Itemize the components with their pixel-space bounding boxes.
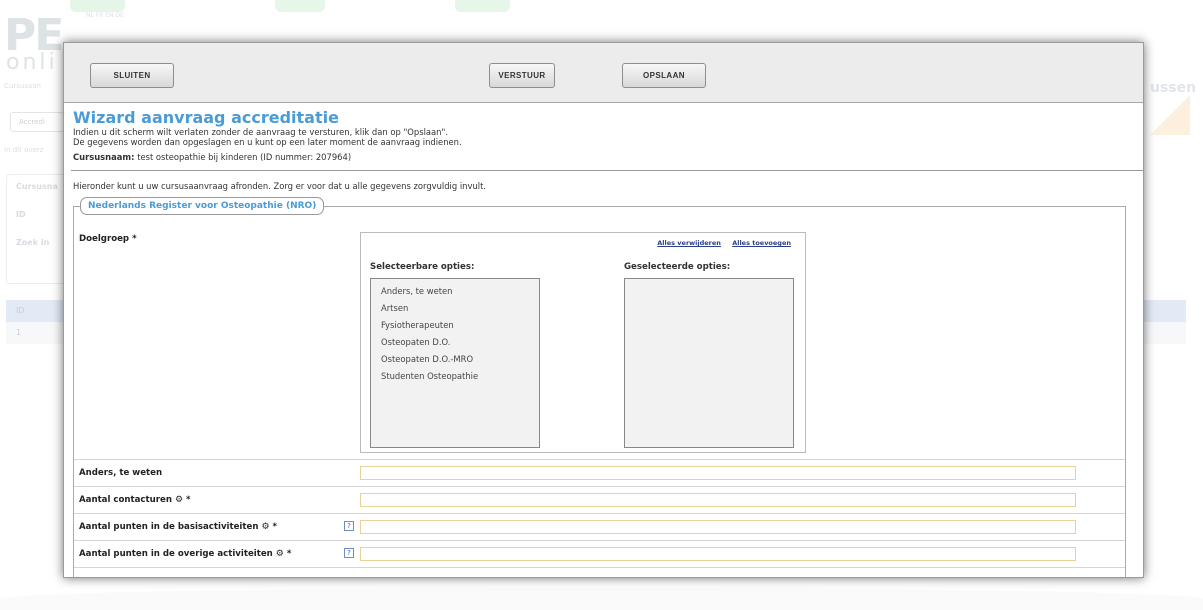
background-right-text: ussen	[1150, 80, 1197, 96]
course-name: Cursusnaam: test osteopathie bij kindere…	[73, 152, 1136, 162]
target-group-row: Doelgroep * Alles verwijderen Alles toev…	[74, 207, 1125, 460]
target-group-label: Doelgroep *	[79, 234, 137, 244]
field-label: Aantal punten in de overige activiteiten…	[79, 549, 291, 559]
close-button[interactable]: Sluiten	[90, 63, 174, 88]
required-marker: *	[269, 522, 278, 532]
form-row-contact-hours: Aantal contacturen ⚙ *	[74, 487, 1125, 514]
divider	[71, 170, 1143, 171]
option-item[interactable]: Artsen	[371, 300, 539, 317]
intro-text-line1: Indien u dit scherm wilt verlaten zonder…	[73, 127, 448, 137]
multiselect-actions: Alles verwijderen Alles toevoegen	[648, 239, 791, 247]
dialog-content: Wizard aanvraag accreditatie Indien u di…	[64, 103, 1143, 577]
required-marker: *	[183, 495, 191, 505]
option-item[interactable]: Anders, te weten	[371, 283, 539, 300]
field-label: Aantal contacturen ⚙ *	[79, 495, 191, 505]
gear-icon: ⚙	[275, 549, 284, 559]
field-label-text: Aantal punten in de overige activiteiten	[79, 549, 273, 559]
gear-icon: ⚙	[261, 522, 270, 532]
contact-hours-input[interactable]	[360, 493, 1076, 507]
nro-section: Nederlands Register voor Osteopathie (NR…	[73, 197, 1126, 577]
form-row-other-points: Aantal punten in de overige activiteiten…	[74, 541, 1125, 568]
intro-text-line2: De gegevens worden dan opgeslagen en u k…	[73, 137, 462, 147]
selected-options-heading: Geselecteerde opties:	[624, 262, 731, 272]
header-tab	[275, 0, 325, 12]
remove-all-link[interactable]: Alles verwijderen	[657, 239, 721, 247]
add-all-link[interactable]: Alles toevoegen	[732, 239, 791, 247]
field-label: Aantal punten in de basisactiviteiten ⚙ …	[79, 522, 277, 532]
background-label: ID	[16, 210, 26, 219]
accreditation-wizard-dialog: Sluiten Verstuur Opslaan Wizard aanvraag…	[63, 42, 1144, 578]
form-row-basic-points: Aantal punten in de basisactiviteiten ⚙ …	[74, 514, 1125, 541]
selectable-options-list[interactable]: Anders, te weten Artsen Fysiotherapeuten…	[370, 278, 540, 448]
background-decoration	[1150, 95, 1190, 135]
background-subtitle: Cursusaan	[4, 82, 41, 90]
option-item[interactable]: Osteopaten D.O.	[371, 334, 539, 351]
background-label: Zoek in	[16, 238, 50, 247]
course-name-label: Cursusnaam:	[73, 152, 135, 162]
field-label-text: Anders, te weten	[79, 468, 163, 478]
option-item[interactable]: Osteopaten D.O.-MRO	[371, 351, 539, 368]
help-icon[interactable]: ?	[344, 548, 354, 558]
dialog-toolbar: Sluiten Verstuur Opslaan	[64, 43, 1143, 103]
page-title: Wizard aanvraag accreditatie	[73, 108, 339, 127]
anders-input[interactable]	[360, 466, 1076, 480]
background-table-header-id: ID	[16, 306, 25, 315]
help-icon[interactable]: ?	[344, 521, 354, 531]
target-group-multiselect: Alles verwijderen Alles toevoegen Select…	[360, 232, 806, 453]
language-selector: NL FR EN DE	[86, 12, 124, 19]
form-row-anders: Anders, te weten	[74, 460, 1125, 487]
field-label: Anders, te weten	[79, 468, 162, 478]
instruction-text: Hieronder kunt u uw cursusaanvraag afron…	[73, 181, 487, 191]
required-marker: *	[283, 549, 292, 559]
send-button[interactable]: Verstuur	[489, 63, 555, 88]
field-label-text: Aantal contacturen	[79, 495, 172, 505]
other-points-input[interactable]	[360, 547, 1076, 561]
selected-options-list[interactable]	[624, 278, 794, 448]
header-tab	[455, 0, 510, 12]
gear-icon: ⚙	[174, 495, 184, 505]
logo-subtext: onli	[6, 50, 58, 75]
basic-points-input[interactable]	[360, 520, 1076, 534]
option-item[interactable]: Fysiotherapeuten	[371, 317, 539, 334]
option-item[interactable]: Studenten Osteopathie	[371, 368, 539, 385]
header-tab	[70, 0, 125, 12]
background-overview-text: In dit overz	[4, 146, 44, 154]
background-button: Accredi	[10, 112, 70, 132]
background-label: Cursusna	[16, 182, 58, 191]
field-label-text: Aantal punten in de basisactiviteiten	[79, 522, 259, 532]
selectable-options-heading: Selecteerbare opties:	[370, 262, 475, 272]
background-footer	[0, 588, 1203, 610]
course-name-value: test osteopathie bij kinderen (ID nummer…	[137, 152, 352, 162]
save-button[interactable]: Opslaan	[622, 63, 706, 88]
background-table-cell: 1	[16, 328, 22, 337]
